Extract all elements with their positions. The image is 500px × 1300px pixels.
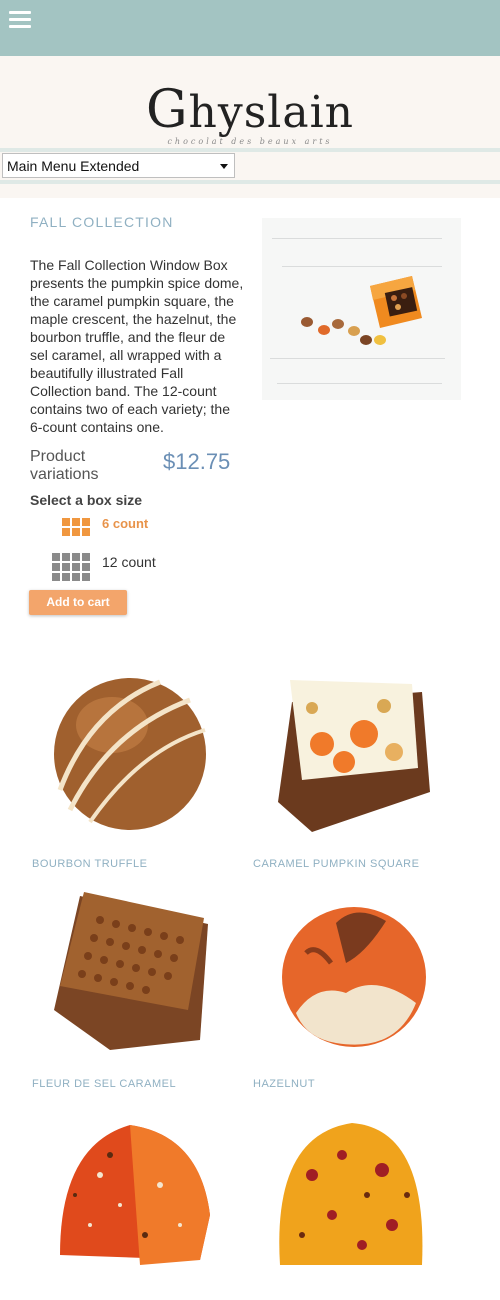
main-menu-select[interactable]: Main Menu Extended xyxy=(2,153,235,178)
pumpkin-spice-dome-image[interactable] xyxy=(50,1115,215,1270)
product-box-image xyxy=(262,218,461,400)
product-description: The Fall Collection Window Box presents … xyxy=(30,257,244,435)
tagline: chocolat des beaux arts xyxy=(167,137,333,146)
brand-header: Ghyslain chocolat des beaux arts xyxy=(0,56,500,150)
twelve-count-grid-icon[interactable] xyxy=(52,553,92,581)
main-menu-select-value: Main Menu Extended xyxy=(7,158,140,174)
fleur-de-sel-caramel-image[interactable] xyxy=(50,890,212,1052)
logo-initial: G xyxy=(145,80,189,140)
chocolate-name[interactable]: CARAMEL PUMPKIN SQUARE xyxy=(253,858,419,870)
product-variations-label: Product variations xyxy=(30,448,98,484)
box-size-label: Select a box size xyxy=(30,492,143,508)
chevron-down-icon xyxy=(220,164,228,169)
logo-text: hyslain xyxy=(188,87,355,138)
collection-title: FALL COLLECTION xyxy=(30,214,174,230)
option-12-count[interactable]: 12 count xyxy=(102,554,156,570)
add-to-cart-button[interactable]: Add to cart xyxy=(29,590,127,615)
logo[interactable]: Ghyslain xyxy=(0,80,500,140)
divider xyxy=(0,184,500,198)
option-6-count[interactable]: 6 count xyxy=(102,516,148,531)
top-bar xyxy=(0,0,500,56)
variations-label-line2: variations xyxy=(30,466,99,483)
variations-label-line1: Product xyxy=(30,448,86,465)
chocolate-name[interactable]: HAZELNUT xyxy=(253,1078,315,1090)
caramel-pumpkin-square-image[interactable] xyxy=(272,672,432,834)
hamburger-menu-icon[interactable] xyxy=(9,11,31,29)
six-count-grid-icon[interactable] xyxy=(62,518,91,536)
main-menu-bar: Main Menu Extended xyxy=(0,152,500,180)
chocolate-name[interactable]: BOURBON TRUFFLE xyxy=(32,858,147,870)
product-price: $12.75 xyxy=(163,449,231,474)
maple-dome-image[interactable] xyxy=(272,1115,430,1270)
chocolate-name[interactable]: FLEUR DE SEL CARAMEL xyxy=(32,1078,176,1090)
bourbon-truffle-image[interactable] xyxy=(50,670,210,835)
hazelnut-image[interactable] xyxy=(276,893,431,1053)
